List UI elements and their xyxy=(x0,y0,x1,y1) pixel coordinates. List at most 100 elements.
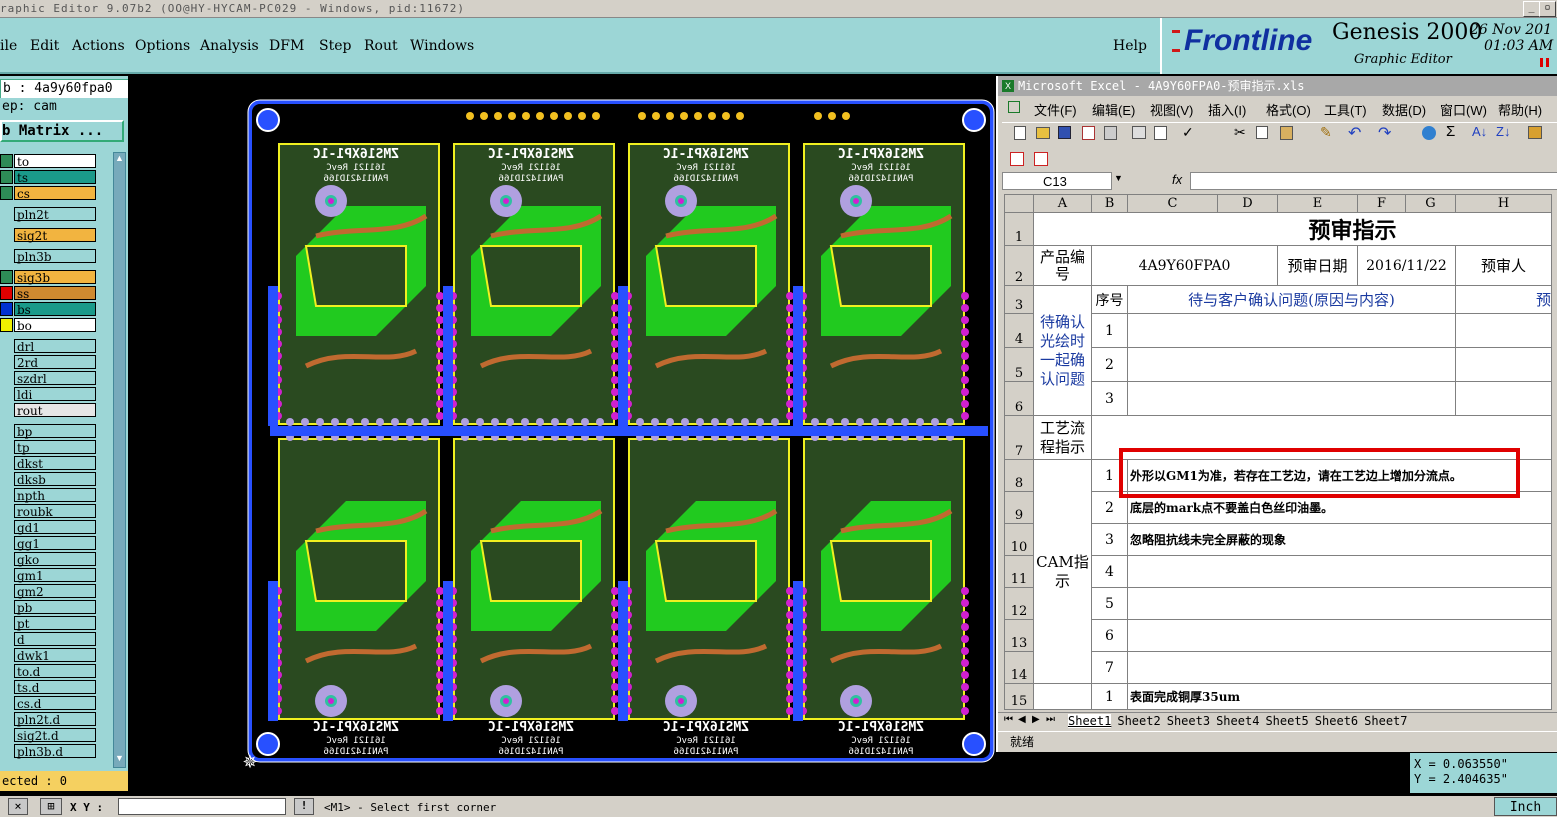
excel-menu-edit[interactable]: 编辑(E) xyxy=(1092,100,1135,119)
layer-gm2[interactable]: gm2 xyxy=(14,584,96,599)
row-header[interactable]: 5 xyxy=(1004,347,1034,382)
copy-icon[interactable] xyxy=(1256,126,1268,139)
sheet-tab-1[interactable]: Sheet1 xyxy=(1068,714,1112,728)
layer-color-swatch[interactable] xyxy=(0,186,13,200)
cell-seq[interactable]: 1 xyxy=(1091,313,1128,348)
cell-cam-item[interactable] xyxy=(1127,619,1552,652)
cell-empty[interactable] xyxy=(1455,381,1552,416)
cell-cam-label[interactable]: CAM指示 xyxy=(1033,459,1092,684)
redo-icon[interactable]: ↷ xyxy=(1378,123,1391,143)
cell-seq[interactable]: 1 xyxy=(1091,683,1128,710)
layer-tp[interactable]: tp xyxy=(14,440,96,455)
layer-pln3b-d[interactable]: pln3b.d xyxy=(14,744,96,759)
row-header[interactable]: 12 xyxy=(1004,587,1034,620)
row-header[interactable]: 4 xyxy=(1004,313,1034,348)
spelling-icon[interactable]: ✓ xyxy=(1182,124,1194,141)
layer-ts-d[interactable]: ts.d xyxy=(14,680,96,695)
cell-seq[interactable]: 2 xyxy=(1091,347,1128,382)
formula-input[interactable] xyxy=(1190,172,1557,190)
layer-dksb[interactable]: dksb xyxy=(14,472,96,487)
layer-szdrl[interactable]: szdrl xyxy=(14,371,96,386)
cell-seq[interactable]: 4 xyxy=(1091,555,1128,588)
layer-roubk[interactable]: roubk xyxy=(14,504,96,519)
chart-wizard-icon[interactable] xyxy=(1528,126,1542,139)
layer-2rd[interactable]: 2rd xyxy=(14,355,96,370)
row-header[interactable]: 8 xyxy=(1004,459,1034,492)
grid-icon[interactable]: ⊞ xyxy=(40,798,62,815)
excel-menu-file[interactable]: 文件(F) xyxy=(1034,100,1077,119)
layer-rout[interactable]: rout xyxy=(14,403,96,418)
sort-desc-icon[interactable]: Z↓ xyxy=(1496,124,1510,139)
layer-gko[interactable]: gko xyxy=(14,552,96,567)
tab-nav-first-icon[interactable]: ⏮ xyxy=(1004,714,1013,725)
cell-h3[interactable]: 预 xyxy=(1455,285,1552,314)
col-header-f[interactable]: F xyxy=(1357,194,1406,213)
layer-to[interactable]: to xyxy=(14,154,96,169)
menu-help[interactable]: Help xyxy=(1113,38,1147,54)
layer-d[interactable]: d xyxy=(14,632,96,647)
layer-to-d[interactable]: to.d xyxy=(14,664,96,679)
cut-icon[interactable]: ✂ xyxy=(1234,124,1246,141)
col-header-e[interactable]: E xyxy=(1277,194,1358,213)
cell-review-date-label[interactable]: 预审日期 xyxy=(1277,245,1358,286)
snap-icon[interactable]: ⨯ xyxy=(8,798,28,815)
layer-bp[interactable]: bp xyxy=(14,424,96,439)
cell-cam-item[interactable] xyxy=(1127,555,1552,588)
cell-empty[interactable] xyxy=(1033,683,1092,710)
cell-empty[interactable] xyxy=(1127,313,1456,348)
menu-file[interactable]: ile xyxy=(0,38,17,54)
excel-menu-format[interactable]: 格式(O) xyxy=(1266,100,1311,119)
email-icon[interactable] xyxy=(1104,126,1117,140)
hyperlink-icon[interactable] xyxy=(1422,126,1436,140)
paste-icon[interactable] xyxy=(1280,126,1293,140)
save-icon[interactable] xyxy=(1058,126,1071,139)
cell-reviewer-label[interactable]: 预审人 xyxy=(1455,245,1552,286)
cell-empty[interactable] xyxy=(1127,347,1456,382)
row-header[interactable]: 3 xyxy=(1004,285,1034,314)
permission-icon[interactable] xyxy=(1082,126,1095,140)
menu-edit[interactable]: Edit xyxy=(30,38,59,54)
layer-gd1[interactable]: gd1 xyxy=(14,520,96,535)
cell-product-number[interactable]: 4A9Y60FPA0 xyxy=(1091,245,1278,286)
col-header-g[interactable]: G xyxy=(1405,194,1456,213)
layer-color-swatch[interactable] xyxy=(0,154,13,168)
layer-ldi[interactable]: ldi xyxy=(14,387,96,402)
layer-scrollbar[interactable]: ▲ ▼ xyxy=(113,152,126,768)
cell-process-label[interactable]: 工艺流程指示 xyxy=(1033,415,1092,460)
name-box-dropdown-icon[interactable]: ▼ xyxy=(1114,173,1123,183)
cell-cam-item[interactable] xyxy=(1127,587,1552,620)
layer-drl[interactable]: drl xyxy=(14,339,96,354)
xy-input[interactable] xyxy=(118,798,286,815)
pdf-email-icon[interactable] xyxy=(1034,152,1048,166)
layer-cs[interactable]: cs xyxy=(14,186,96,201)
layer-pln2t[interactable]: pln2t xyxy=(14,207,96,222)
cell-seq[interactable]: 7 xyxy=(1091,651,1128,684)
layer-gg1[interactable]: gg1 xyxy=(14,536,96,551)
cell-empty[interactable] xyxy=(1455,347,1552,382)
excel-window[interactable]: Microsoft Excel - 4A9Y60FPA0-预审指示.xls X … xyxy=(996,76,1557,752)
excel-menu-data[interactable]: 数据(D) xyxy=(1382,100,1426,119)
row-header[interactable]: 11 xyxy=(1004,555,1034,588)
layer-dwk1[interactable]: dwk1 xyxy=(14,648,96,663)
cell-seq[interactable]: 5 xyxy=(1091,587,1128,620)
menu-options[interactable]: Options xyxy=(135,38,190,54)
layer-npth[interactable]: npth xyxy=(14,488,96,503)
row-header[interactable]: 1 xyxy=(1004,212,1034,246)
layer-color-swatch[interactable] xyxy=(0,170,13,184)
excel-menu-view[interactable]: 视图(V) xyxy=(1150,100,1193,119)
format-painter-icon[interactable]: ✎ xyxy=(1320,124,1332,141)
row-header[interactable]: 10 xyxy=(1004,523,1034,556)
cell-cam-item[interactable] xyxy=(1127,651,1552,684)
menu-analysis[interactable]: Analysis xyxy=(200,38,259,54)
layer-pt[interactable]: pt xyxy=(14,616,96,631)
menu-rout[interactable]: Rout xyxy=(364,38,398,54)
select-all-corner[interactable] xyxy=(1004,194,1034,213)
menu-step[interactable]: Step xyxy=(319,38,351,54)
layer-color-swatch[interactable] xyxy=(0,318,13,332)
layer-sig2t[interactable]: sig2t xyxy=(14,228,96,243)
tab-nav-prev-icon[interactable]: ◀ xyxy=(1018,714,1026,725)
layer-pln2t-d[interactable]: pln2t.d xyxy=(14,712,96,727)
autosum-icon[interactable]: Σ xyxy=(1446,123,1455,140)
sheet-tab-2[interactable]: Sheet2 xyxy=(1117,714,1160,728)
menu-actions[interactable]: Actions xyxy=(72,38,125,54)
